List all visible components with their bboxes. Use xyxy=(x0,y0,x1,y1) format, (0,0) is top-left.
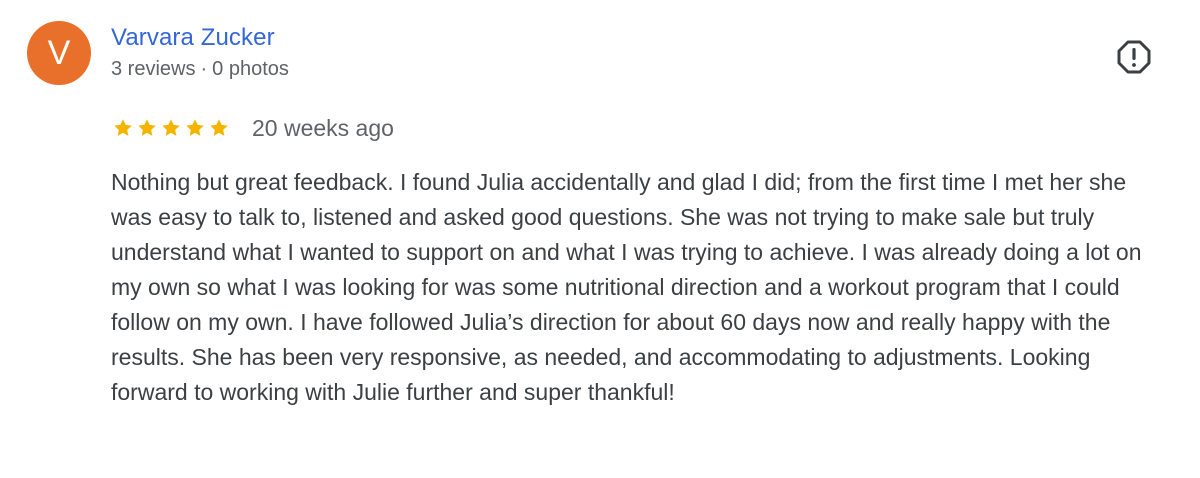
star-icon xyxy=(114,119,132,136)
star-rating xyxy=(112,117,230,139)
star-icon xyxy=(210,119,228,136)
review-card: V Varvara Zucker 3 reviews · 0 photos 20 w… xyxy=(0,0,1200,478)
reviewer-name[interactable]: Varvara Zucker xyxy=(111,24,275,52)
rating-row: 20 weeks ago xyxy=(112,113,394,143)
review-text: Nothing but great feedback. I found Juli… xyxy=(111,169,1142,405)
review-count: 3 reviews xyxy=(111,58,196,80)
report-octagon-icon xyxy=(1117,40,1151,74)
review-date: 20 weeks ago xyxy=(252,114,394,141)
star-icon xyxy=(162,119,180,136)
star-icon xyxy=(138,119,156,136)
report-review-button[interactable] xyxy=(1115,38,1153,76)
meta-separator: · xyxy=(200,58,208,80)
photo-count: 0 photos xyxy=(212,58,289,80)
avatar[interactable]: V xyxy=(27,21,91,85)
reviewer-meta: 3 reviews · 0 photos xyxy=(111,58,289,81)
star-icon xyxy=(186,119,204,136)
